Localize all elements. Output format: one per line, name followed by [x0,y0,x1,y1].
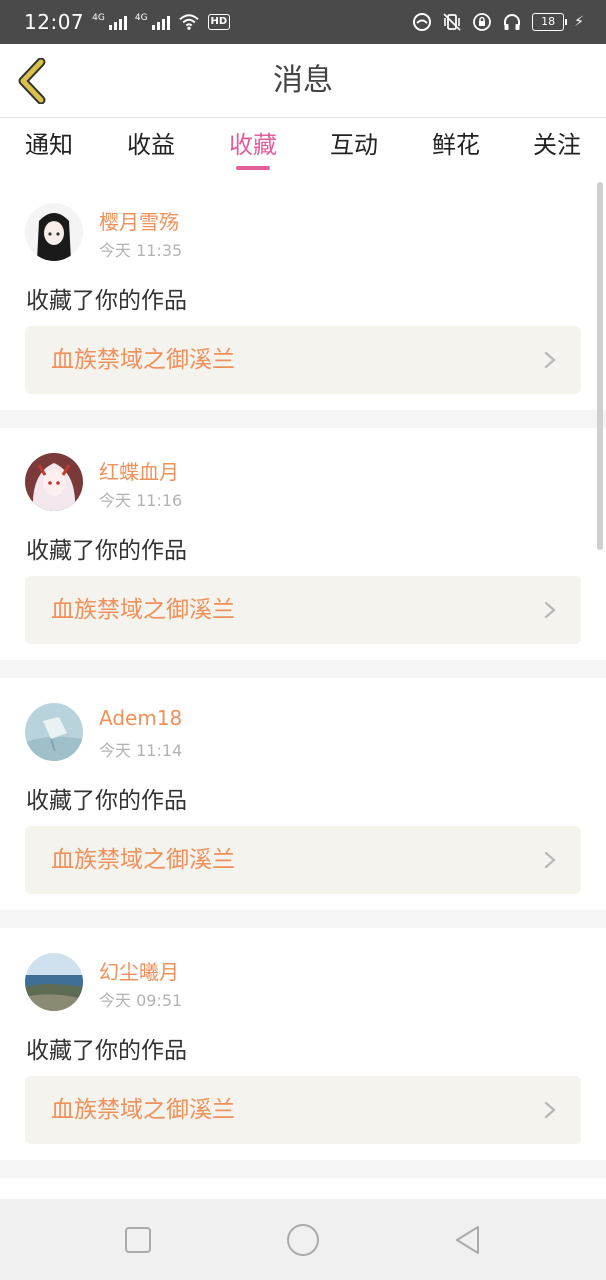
lock-rotation-icon [473,13,492,31]
username[interactable]: 幻尘曦月 [99,956,179,985]
action-text: 收藏了你的作品 [26,1038,187,1064]
home-circle-icon[interactable] [286,1223,320,1257]
message-card: 樱月雪殇 今天 11:35 收藏了你的作品 血族禁域之御溪兰 [0,178,606,410]
avatar[interactable] [25,703,83,761]
page-title: 消息 [273,63,333,98]
work-link[interactable]: 血族禁域之御溪兰 [25,1076,581,1144]
sim2-label: 4G [134,13,148,23]
battery-icon: 18 [532,13,568,31]
active-tab-indicator [236,166,270,170]
chevron-right-icon [544,351,556,369]
sim1-label: 4G [92,13,105,23]
timestamp: 今天 09:51 [99,991,183,1010]
work-link[interactable]: 血族禁域之御溪兰 [25,326,581,394]
vibrate-icon [443,13,461,31]
chevron-right-icon [544,601,556,619]
back-button[interactable] [14,58,54,104]
tab-earnings[interactable]: 收益 [127,118,175,178]
timestamp: 今天 11:35 [99,241,183,260]
chevron-right-icon [544,1101,556,1119]
wifi-icon [178,14,199,30]
tab-flowers[interactable]: 鲜花 [432,118,480,178]
chevron-right-icon [544,851,556,869]
headphones-icon [504,14,521,30]
work-link[interactable]: 血族禁域之御溪兰 [25,576,581,644]
status-right: 18 ⚡ [412,12,584,32]
hd-icon: HD [207,14,231,30]
message-card: 红蝶血月 今天 11:16 收藏了你的作品 血族禁域之御溪兰 [0,428,606,660]
username[interactable]: 红蝶血月 [99,456,179,485]
message-card: 幻尘曦月 今天 09:51 收藏了你的作品 血族禁域之御溪兰 [0,928,606,1160]
tab-label: 互动 [330,131,378,159]
recents-square-icon[interactable] [121,1223,155,1257]
avatar[interactable] [25,453,83,511]
tab-bar: 通知 收益 收藏 互动 鲜花 关注 [0,118,606,178]
do-not-disturb-icon [413,13,432,31]
tab-label: 收藏 [229,131,277,159]
tab-interaction[interactable]: 互动 [330,118,378,178]
header: 消息 [0,44,606,118]
avatar[interactable] [25,953,83,1011]
action-text: 收藏了你的作品 [26,538,187,564]
work-title: 血族禁域之御溪兰 [51,597,235,623]
action-text: 收藏了你的作品 [26,288,187,314]
status-time: 12:07 [24,10,85,34]
avatar[interactable] [25,203,83,261]
back-triangle-icon[interactable] [451,1223,485,1257]
status-bar: 12:07 4G 4G HD 18 ⚡ [0,0,606,44]
tab-follow[interactable]: 关注 [533,118,581,178]
signal-icon: 4G [135,14,170,30]
tab-label: 鲜花 [432,131,480,159]
work-title: 血族禁域之御溪兰 [51,1097,235,1123]
tab-label: 关注 [533,131,581,159]
timestamp: 今天 11:16 [99,491,183,510]
tab-favorites[interactable]: 收藏 [229,118,277,178]
work-link[interactable]: 血族禁域之御溪兰 [25,826,581,894]
username[interactable]: 樱月雪殇 [99,206,179,235]
tab-notification[interactable]: 通知 [25,118,73,178]
status-left: 12:07 4G 4G HD [24,10,231,34]
tab-label: 收益 [127,131,175,159]
system-nav-bar [0,1199,606,1280]
signal-icon: 4G [92,14,127,30]
charging-icon: ⚡ [574,14,584,30]
tab-label: 通知 [25,131,73,159]
work-title: 血族禁域之御溪兰 [51,847,235,873]
scrollbar[interactable] [597,182,603,550]
timestamp: 今天 11:14 [99,741,183,760]
username[interactable]: Adem18 [99,706,182,730]
action-text: 收藏了你的作品 [26,788,187,814]
work-title: 血族禁域之御溪兰 [51,347,235,373]
message-card: Adem18 今天 11:14 收藏了你的作品 血族禁域之御溪兰 [0,678,606,910]
